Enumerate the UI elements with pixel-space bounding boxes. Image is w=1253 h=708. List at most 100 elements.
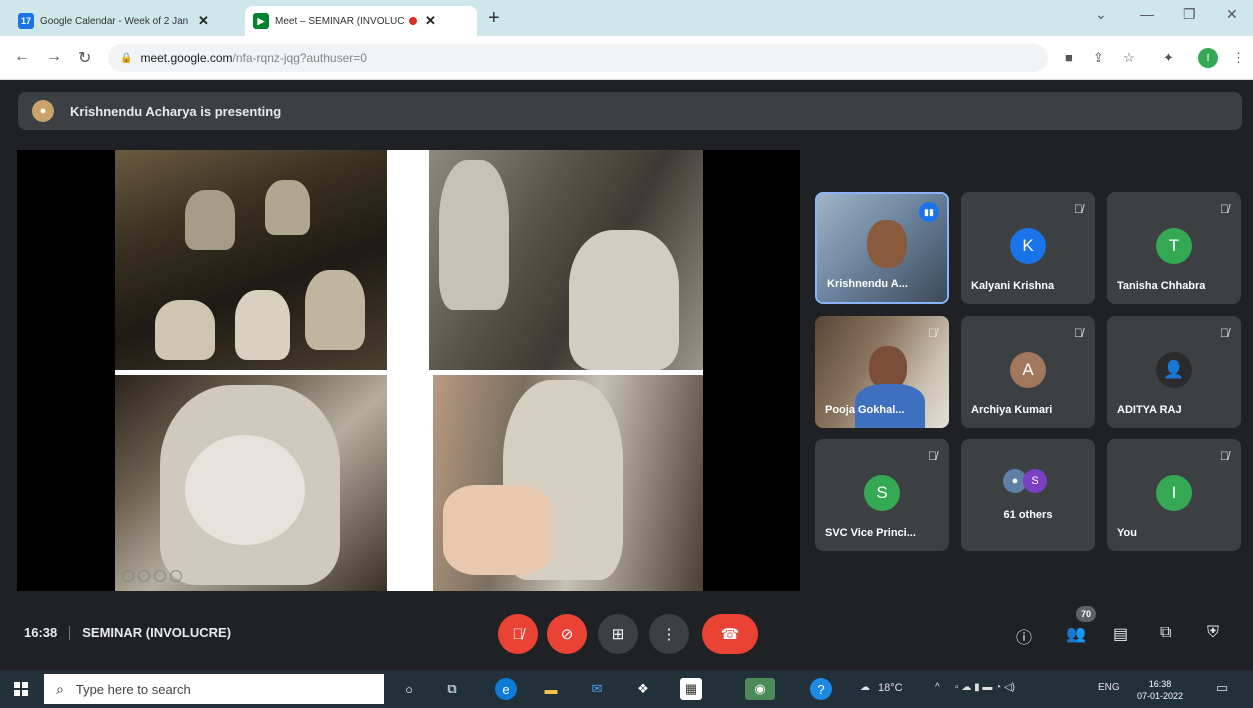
presenter-avatar: ● [32,100,54,122]
close-window-icon[interactable]: ✕ [1226,6,1238,23]
help-icon[interactable]: ? [810,678,832,700]
tab-meet[interactable]: ▶ Meet – SEMINAR (INVOLUCRE) ✕ [245,6,477,36]
meeting-time: 16:38 [24,625,58,640]
participant-avatar: K [1010,228,1046,264]
cortana-icon[interactable]: ○ [398,678,420,700]
edge-icon[interactable]: e [495,678,517,700]
participant-tile[interactable]: 🎙̸ Pooja Gokhal... [815,316,949,428]
taskbar-search-box[interactable]: ⌕ Type here to search [44,674,384,704]
mic-off-button[interactable]: 🎙̸ [498,614,538,654]
participant-name: Pooja Gokhal... [825,404,905,416]
slide-controls[interactable] [122,570,182,582]
participant-tile[interactable]: ▮▮ Krishnendu A... [815,192,949,304]
dropbox-icon[interactable]: ❖ [632,678,654,700]
close-tab-icon[interactable]: ✕ [425,13,436,29]
task-view-icon[interactable]: ⧉ [441,678,463,700]
participant-name: ADITYA RAJ [1117,404,1182,416]
participant-tile[interactable]: 🎙̸ T Tanisha Chhabra [1107,192,1241,304]
url-path: /nfa-rqnz-jqg?authuser=0 [232,51,367,65]
extensions-icon[interactable]: ✦ [1163,50,1174,66]
present-button[interactable]: ⊞ [598,614,638,654]
meeting-info: 16:38 SEMINAR (INVOLUCRE) [24,625,231,640]
notification-icon[interactable]: ▭ [1216,680,1228,696]
minimize-icon[interactable]: — [1140,6,1154,22]
mail-icon[interactable]: ✉ [586,678,608,700]
more-vert-icon: ⋮ [661,626,677,643]
camera-indicator-icon[interactable]: ■ [1065,50,1073,65]
meet-window: ● Krishnendu Acharya is presenting ▮▮ Kr… [0,80,1253,670]
presentation-stage[interactable] [17,150,800,591]
menu-kebab-icon[interactable]: ⋮ [1232,50,1245,66]
participant-count-badge: 70 [1076,606,1096,622]
address-bar[interactable]: 🔒 meet.google.com/nfa-rqnz-jqg?authuser=… [108,44,1048,72]
clock-time: 16:38 [1148,679,1172,689]
participant-name: Archiya Kumari [971,404,1053,416]
participant-avatar: S [1023,469,1047,493]
more-options-button[interactable]: ⋮ [649,614,689,654]
tab-title: Google Calendar - Week of 2 Jan [40,15,189,27]
chrome-icon[interactable]: ◉ [745,678,775,700]
mic-off-icon: 🎙̸ [928,326,937,340]
participant-avatar: S [864,475,900,511]
tray-expand-icon[interactable]: ^ [935,682,940,693]
file-explorer-icon[interactable]: ▬ [540,678,562,700]
participant-avatar: I [1156,475,1192,511]
participant-name: SVC Vice Princi... [825,527,916,539]
participant-name: Krishnendu A... [827,278,908,290]
back-icon[interactable]: ← [14,48,30,66]
lock-icon[interactable]: 🔒 [120,53,132,64]
hang-up-icon: ☎ [720,626,740,643]
bookmark-star-icon[interactable]: ☆ [1123,50,1135,66]
presenter-text: Krishnendu Acharya is presenting [70,103,282,119]
tray-icons[interactable]: ▫ ☁ ▮ ▬ ◔ ◁) [955,682,1015,693]
self-tile[interactable]: 🎙̸ I You [1107,439,1241,551]
windows-start-icon[interactable] [14,682,28,696]
system-clock[interactable]: 16:38 07-01-2022 [1137,678,1183,702]
meeting-title: SEMINAR (INVOLUCRE) [82,625,232,640]
chat-icon[interactable]: ▤ [1113,624,1128,644]
windows-taskbar: ⌕ Type here to search ○ ⧉ e ▬ ✉ ❖ ▦ ◉ ? … [0,670,1253,708]
others-avatars: ● S [1003,469,1047,493]
presenter-banner: ● Krishnendu Acharya is presenting [18,92,1242,130]
weather-icon[interactable]: ☁ [860,682,870,693]
close-tab-icon[interactable]: ✕ [198,13,209,29]
presentation-slide [115,150,703,591]
new-tab-button[interactable]: + [488,7,500,30]
mic-off-icon: 🎙̸ [1220,449,1229,463]
present-icon: ⊞ [611,626,625,643]
camera-off-button[interactable]: ⊘ [547,614,587,654]
participant-avatar: A [1010,352,1046,388]
tab-search-icon[interactable]: ⌄ [1095,6,1107,23]
people-icon[interactable]: 👥 [1066,624,1086,644]
speaking-indicator-icon: ▮▮ [919,202,939,222]
forward-icon[interactable]: → [46,48,62,66]
participant-tile[interactable]: 🎙̸ 👤 ADITYA RAJ [1107,316,1241,428]
participant-tile[interactable]: 🎙̸ K Kalyani Krishna [961,192,1095,304]
others-tile[interactable]: ● S 61 others [961,439,1095,551]
weather-temp[interactable]: 18°C [878,682,903,694]
participant-name: 61 others [1003,509,1053,521]
participant-name: Kalyani Krishna [971,280,1055,292]
participant-avatar: T [1156,228,1192,264]
profile-avatar[interactable]: I [1198,48,1218,68]
reload-icon[interactable]: ↻ [78,48,91,68]
participant-name: You [1117,527,1137,539]
mic-off-icon: 🎙̸ [928,449,937,463]
participant-photo: 👤 [1156,352,1192,388]
share-icon[interactable]: ⇪ [1093,50,1104,66]
store-icon[interactable]: ▦ [680,678,702,700]
meeting-details-icon[interactable]: ⓘ [1016,624,1032,648]
calendar-icon: 17 [18,13,34,29]
participant-tile[interactable]: 🎙̸ S SVC Vice Princi... [815,439,949,551]
slide-photo-oyster-mushrooms [115,375,387,591]
activities-icon[interactable]: ⧉ [1160,624,1171,642]
language-indicator[interactable]: ENG [1098,682,1120,693]
browser-tab-strip: 17 Google Calendar - Week of 2 Jan ✕ ▶ M… [0,0,1253,36]
tab-google-calendar[interactable]: 17 Google Calendar - Week of 2 Jan ✕ [10,6,242,36]
participant-tile[interactable]: 🎙̸ A Archiya Kumari [961,316,1095,428]
host-controls-icon[interactable]: ⛨ [1207,624,1219,642]
maximize-icon[interactable]: ❐ [1183,6,1196,23]
meet-icon: ▶ [253,13,269,29]
browser-toolbar: ← → ↻ 🔒 meet.google.com/nfa-rqnz-jqg?aut… [0,36,1253,80]
leave-call-button[interactable]: ☎ [702,614,758,654]
